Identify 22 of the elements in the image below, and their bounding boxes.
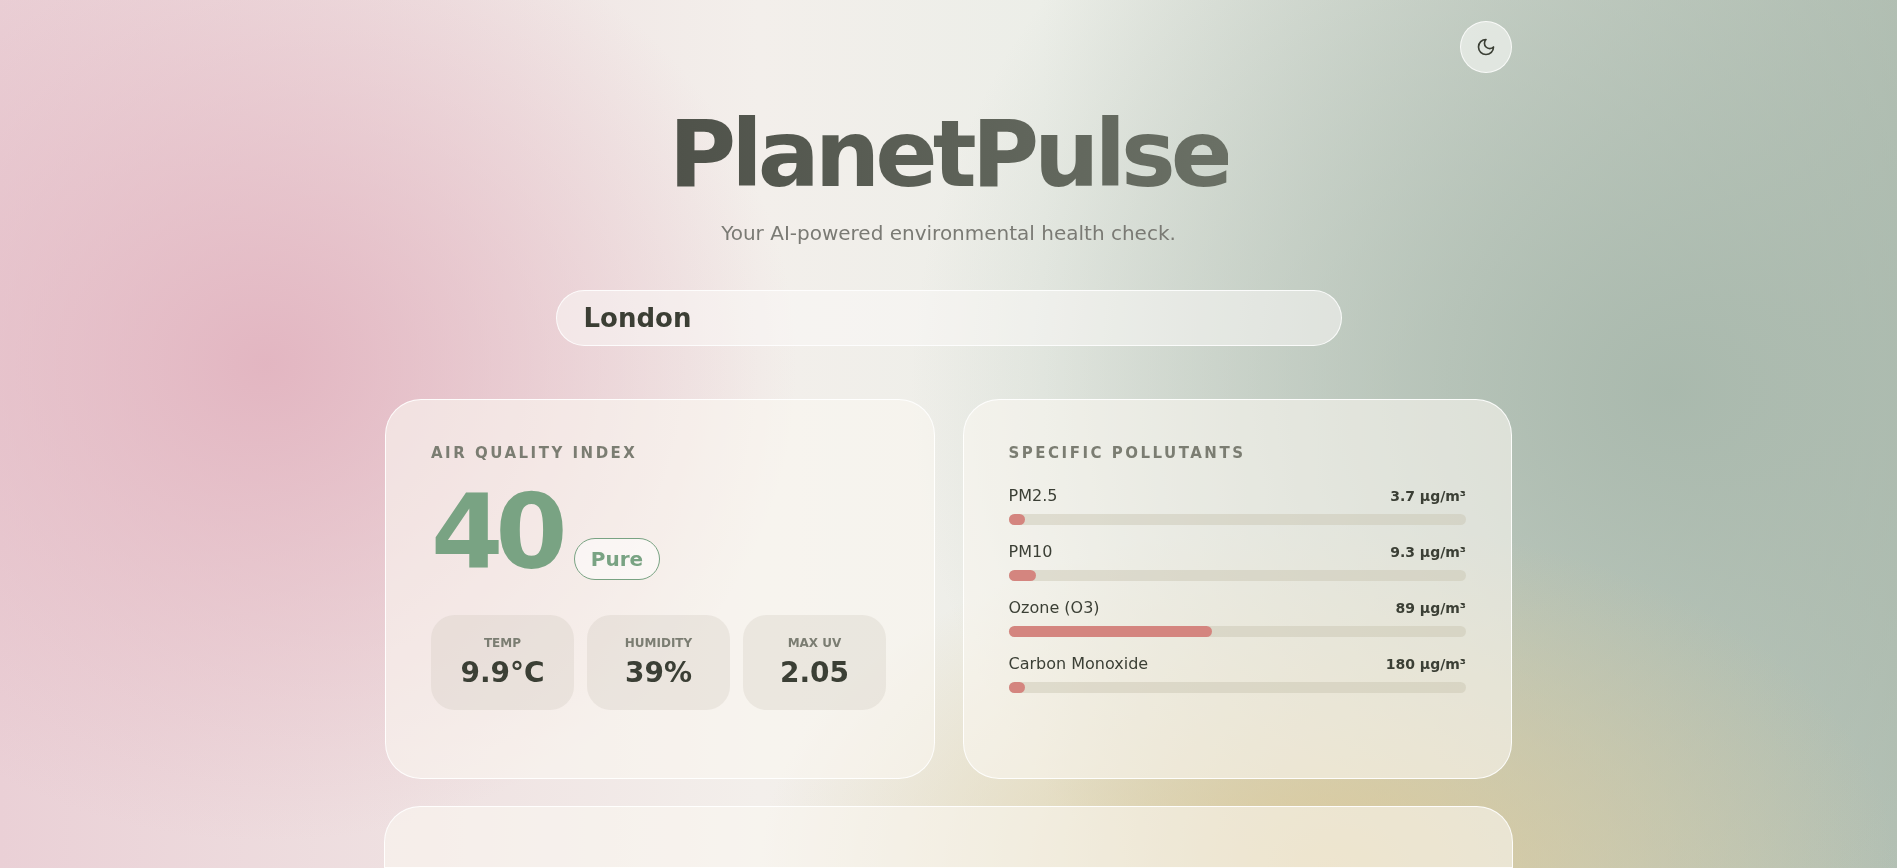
theme-toggle-button[interactable] [1460,21,1512,73]
card-heading: SPECIFIC POLLUTANTS [1008,444,1247,462]
card-heading: AIR QUALITY INDEX [431,444,639,462]
pollutant-reading: 9.3 µg/m³ [1390,544,1466,560]
pollutant-name: Carbon Monoxide [1008,654,1149,673]
city-search-field[interactable]: London [555,290,1342,346]
pollutant-name: PM10 [1008,542,1053,561]
pollutant-name: PM2.5 [1008,486,1058,505]
stat-label: TEMP [483,635,522,650]
aqi-status-badge: Pure [573,537,661,580]
stat-value: 9.9°C [460,655,545,689]
app-subtitle: Your AI-powered environmental health check. [721,221,1176,245]
pollutant-reading: 89 µg/m³ [1395,600,1466,616]
pollutant-reading: 180 µg/m³ [1385,656,1466,672]
pollutant-name: Ozone (O3) [1008,598,1100,617]
moon-icon [1476,37,1496,57]
pollutant-reading: 3.7 µg/m³ [1390,488,1466,504]
stat-label: HUMIDITY [624,635,693,650]
stat-label: MAX UV [787,635,842,650]
stat-value: 2.05 [779,655,850,689]
aqi-value: 40 [431,486,560,580]
stat-value: 39% [625,655,692,689]
